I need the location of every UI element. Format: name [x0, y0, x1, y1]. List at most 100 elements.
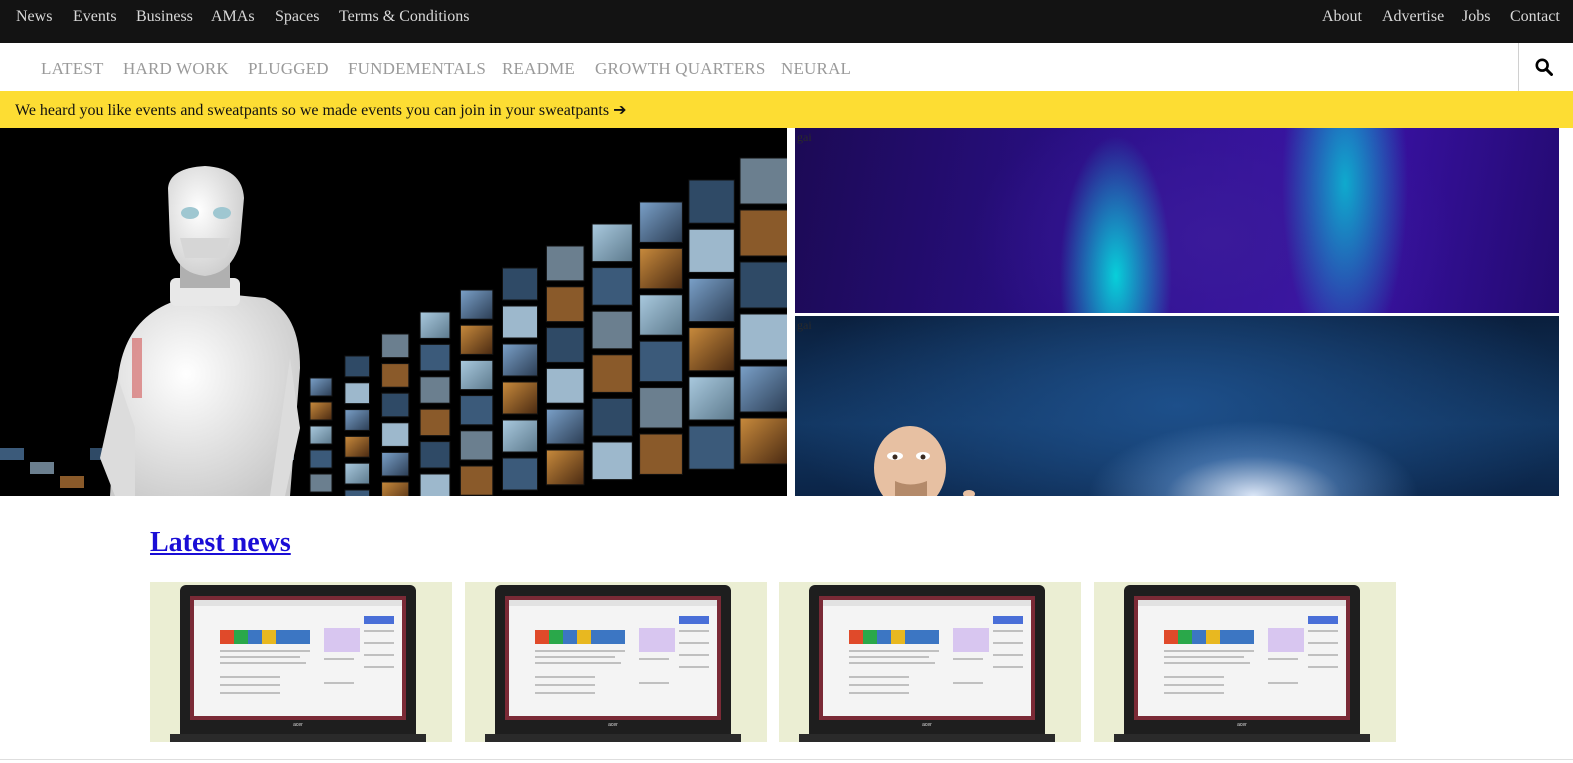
screen-tile [381, 333, 410, 359]
screen-tile [381, 363, 410, 388]
category-neural[interactable]: NEURAL [781, 59, 851, 79]
screen-tile [419, 376, 451, 404]
nav-advertise[interactable]: Advertise [1382, 8, 1444, 26]
screen-tile [309, 377, 333, 397]
news-card-3[interactable]: acer [779, 582, 1081, 742]
nav-business[interactable]: Business [136, 8, 193, 26]
robot-screens-image [0, 128, 787, 496]
screen-tile [688, 179, 735, 224]
screen-tile [639, 433, 683, 475]
search-icon [1535, 58, 1553, 76]
category-plugged[interactable]: PLUGGED [248, 59, 329, 79]
screen-tile [739, 157, 787, 205]
screen-tile [591, 310, 633, 350]
side-article-image-bottom[interactable]: gai [795, 316, 1559, 496]
svg-text:acer: acer [1237, 722, 1247, 728]
screen-tile [30, 462, 54, 474]
screen-tile [545, 408, 585, 445]
search-button[interactable] [1518, 43, 1573, 91]
category-hard-work[interactable]: HARD WORK [123, 59, 229, 79]
screen-tile [419, 343, 451, 372]
screen-tile [639, 387, 683, 429]
screen-tile [381, 451, 410, 477]
screen-tile [688, 376, 735, 421]
screen-tile [739, 261, 787, 309]
screen-tile [381, 481, 410, 496]
screen-tile [309, 449, 333, 469]
category-navigation: LATEST HARD WORK PLUGGED FUNDEMENTALS RE… [0, 43, 1573, 91]
announcement-banner[interactable]: We heard you like events and sweatpants … [0, 91, 1573, 128]
screen-tile [0, 448, 24, 460]
screen-tile [639, 247, 683, 290]
screen-tile [591, 397, 633, 437]
screen-tile [309, 473, 333, 493]
screen-tile [344, 462, 370, 485]
person-head-illustration [874, 426, 975, 496]
latest-news-heading[interactable]: Latest news [150, 527, 291, 559]
screen-tile [688, 228, 735, 273]
screen-tile [419, 408, 451, 437]
screen-tile [739, 313, 787, 361]
screen-tile [739, 417, 787, 465]
screen-tile [591, 441, 633, 481]
category-growth-quarters[interactable]: GROWTH QUARTERS [595, 59, 766, 79]
nav-jobs[interactable]: Jobs [1462, 8, 1490, 26]
screen-tile [344, 435, 370, 458]
svg-text:acer: acer [293, 722, 303, 728]
screen-tile [688, 327, 735, 372]
screen-tile [459, 359, 494, 391]
screen-tile [639, 340, 683, 383]
screen-tile [688, 277, 735, 323]
screen-tile [502, 381, 538, 415]
screen-tile [381, 392, 410, 418]
news-card-1[interactable]: acer [150, 582, 452, 742]
screen-tile [502, 267, 538, 301]
screen-tile [381, 422, 410, 447]
screen-tile [591, 223, 633, 263]
screen-tile [459, 465, 494, 496]
screen-tile [502, 419, 538, 453]
screen-tile [459, 395, 494, 426]
news-card-2[interactable]: acer [465, 582, 767, 742]
screen-tile [739, 365, 787, 413]
laptop-thumbnail: acer [485, 585, 741, 742]
page-divider [0, 759, 1573, 760]
screen-tile [60, 476, 84, 488]
laptop-thumbnail: acer [799, 585, 1055, 742]
side-article-image-top[interactable]: gai [795, 128, 1559, 313]
screen-tile [309, 401, 333, 421]
screen-tile [502, 305, 538, 339]
screen-tile [639, 294, 683, 336]
screen-tile [502, 343, 538, 377]
featured-article-image[interactable] [0, 128, 787, 496]
screen-tile [419, 311, 451, 339]
announcement-text[interactable]: We heard you like events and sweatpants … [15, 100, 627, 120]
screen-tile [591, 354, 633, 393]
nav-events[interactable]: Events [73, 8, 117, 26]
screen-tile [309, 425, 333, 445]
image-alt-text: gai [797, 130, 812, 144]
category-readme[interactable]: README [502, 59, 575, 79]
nav-contact[interactable]: Contact [1510, 8, 1560, 26]
screen-tile [545, 245, 585, 282]
category-latest[interactable]: LATEST [41, 59, 104, 79]
screen-tile [545, 449, 585, 486]
laptop-thumbnail: acer [1114, 585, 1370, 742]
nav-about[interactable]: About [1322, 8, 1362, 26]
nav-spaces[interactable]: Spaces [275, 8, 319, 26]
category-fundementals[interactable]: FUNDEMENTALS [348, 59, 486, 79]
nav-news[interactable]: News [16, 8, 52, 26]
screen-tile [344, 382, 370, 405]
news-card-4[interactable]: acer [1094, 582, 1396, 742]
screen-tile [344, 355, 370, 378]
screen-tile [502, 457, 538, 491]
screen-tile [419, 441, 451, 469]
svg-text:acer: acer [922, 722, 932, 728]
screen-tile [344, 489, 370, 496]
nav-terms[interactable]: Terms & Conditions [339, 8, 469, 26]
screen-tile [459, 324, 494, 355]
nav-amas[interactable]: AMAs [211, 8, 255, 26]
screen-tile [639, 201, 683, 243]
screen-tile [459, 289, 494, 320]
screen-tile [545, 327, 585, 363]
